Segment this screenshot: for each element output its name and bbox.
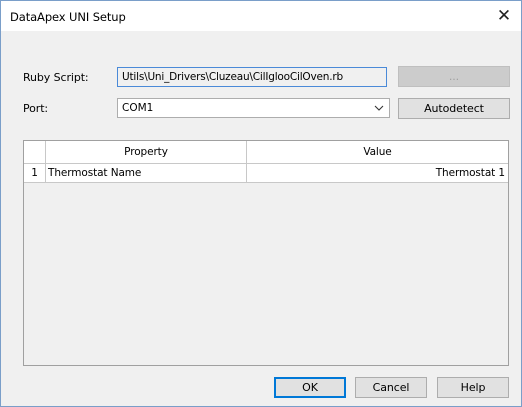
browse-button[interactable]: ...: [398, 66, 510, 87]
table-row[interactable]: 1 Thermostat Name Thermostat 1: [24, 164, 508, 183]
ruby-script-label: Ruby Script:: [23, 71, 89, 84]
window-title: DataApex UNI Setup: [10, 10, 126, 24]
port-select[interactable]: COM1: [117, 98, 390, 118]
property-cell[interactable]: Thermostat Name: [46, 164, 247, 182]
ok-button[interactable]: OK: [274, 377, 346, 398]
property-grid: Property Value 1 Thermostat Name Thermos…: [23, 140, 509, 366]
column-header-value[interactable]: Value: [247, 141, 508, 163]
port-label: Port:: [23, 102, 49, 115]
close-icon: ✕: [496, 6, 512, 26]
port-selected-value: COM1: [122, 102, 154, 114]
row-index: 1: [24, 164, 46, 182]
grid-header: Property Value: [24, 141, 508, 164]
ruby-script-field[interactable]: Utils\Uni_Drivers\Cluzeau\CilIglooCilOve…: [117, 67, 387, 87]
autodetect-button[interactable]: Autodetect: [398, 98, 510, 119]
cancel-button-label: Cancel: [372, 381, 410, 394]
setup-dialog: DataApex UNI Setup ✕ Ruby Script: Utils\…: [0, 0, 522, 407]
row-index-header: [24, 141, 46, 163]
ruby-script-value: Utils\Uni_Drivers\Cluzeau\CilIglooCilOve…: [122, 71, 343, 83]
value-cell[interactable]: Thermostat 1: [247, 164, 508, 182]
browse-button-label: ...: [448, 70, 460, 83]
cancel-button[interactable]: Cancel: [355, 377, 427, 398]
help-button[interactable]: Help: [437, 377, 509, 398]
autodetect-button-label: Autodetect: [424, 102, 484, 115]
close-button[interactable]: ✕: [487, 1, 521, 31]
title-bar: DataApex UNI Setup ✕: [1, 1, 521, 31]
help-button-label: Help: [460, 381, 486, 394]
ok-button-label: OK: [302, 381, 318, 394]
column-header-property[interactable]: Property: [46, 141, 247, 163]
chevron-down-icon: [374, 105, 384, 111]
